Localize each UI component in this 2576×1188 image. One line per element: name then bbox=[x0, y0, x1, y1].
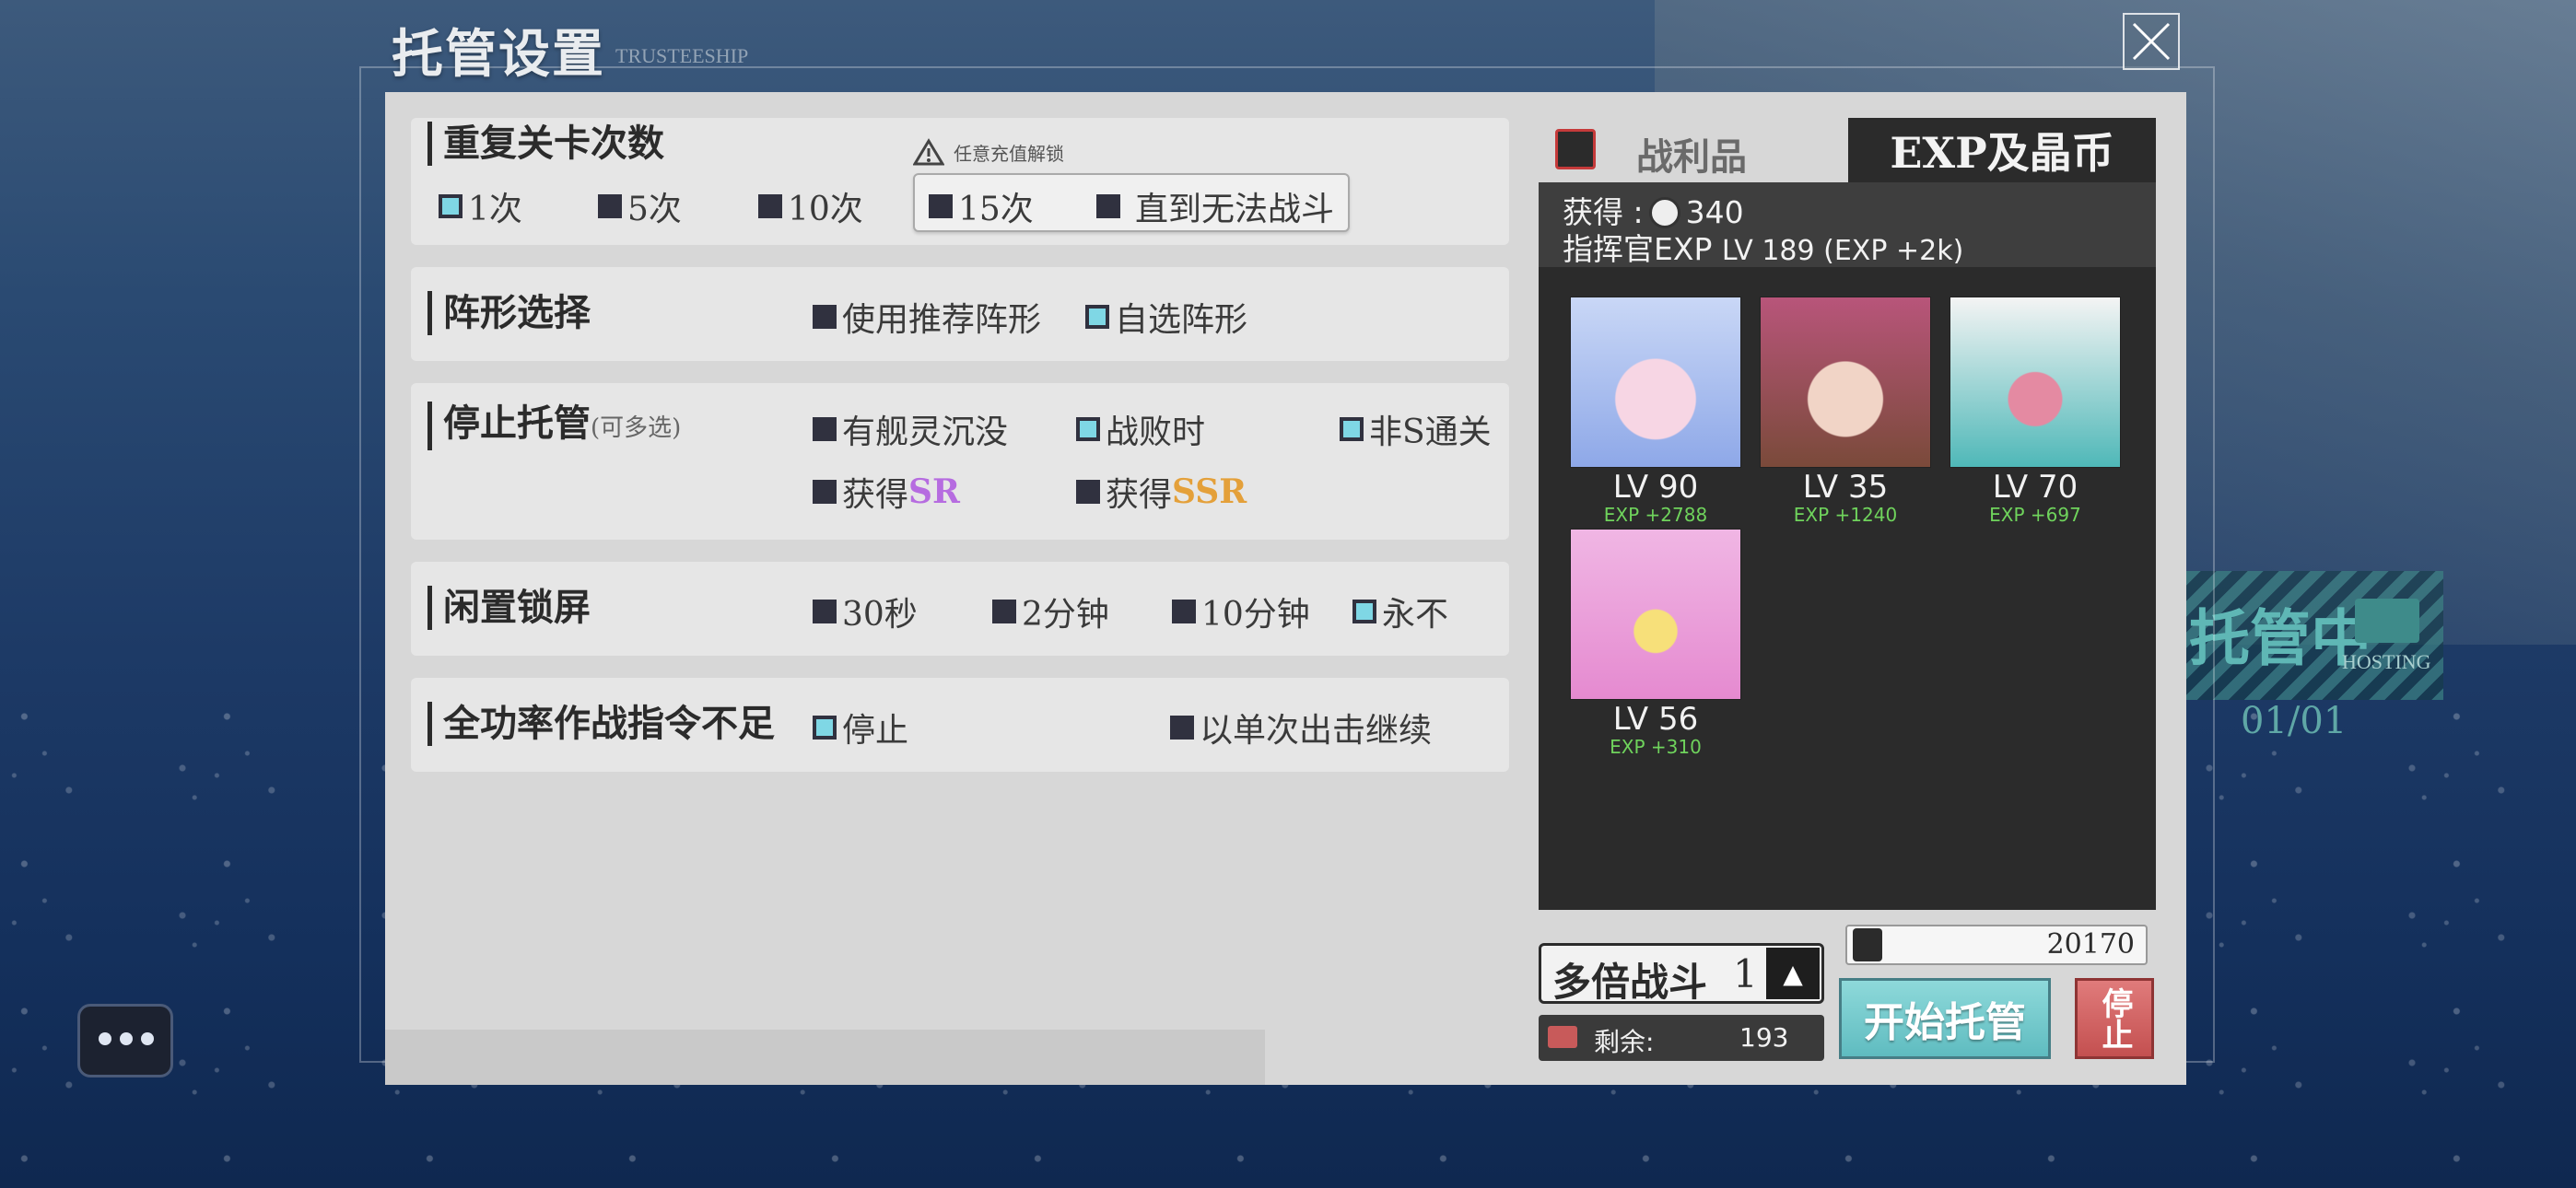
multi-battle-value: 1 bbox=[1733, 951, 1758, 996]
checkbox bbox=[758, 194, 782, 218]
checkbox bbox=[929, 194, 953, 218]
exp-panel: 获得 :340 指挥官EXP LV 189 (EXP +2k) LV 90 EX… bbox=[1539, 182, 2156, 910]
character-portrait bbox=[1950, 297, 2121, 468]
checkbox bbox=[813, 417, 837, 441]
repeat-option-until-fail[interactable]: 直到无法战斗 bbox=[1096, 182, 1334, 230]
formation-option-custom[interactable]: 自选阵形 bbox=[1085, 293, 1247, 341]
checkbox bbox=[1096, 194, 1120, 218]
close-button[interactable] bbox=[2123, 13, 2180, 70]
multi-battle-stepper: 多倍战斗 1 ▲ bbox=[1539, 943, 1824, 1005]
loot-icon bbox=[1555, 129, 1596, 169]
character-card: LV 56 EXP +310 bbox=[1570, 529, 1741, 757]
hosting-label-en: HOSTING bbox=[2342, 650, 2431, 673]
checkbox bbox=[813, 480, 837, 504]
idle-option-never[interactable]: 永不 bbox=[1352, 588, 1448, 635]
section-repeat: 重复关卡次数 任意充值解锁 1次 5次 10次 15次 直到无法战斗 bbox=[411, 118, 1509, 245]
settings-panel: 重复关卡次数 任意充值解锁 1次 5次 10次 15次 直到无法战斗 阵形选择 bbox=[385, 92, 2186, 1085]
section-stop: 停止托管(可多选) 有舰灵沉没 战败时 非S通关 获得 SR 获得 SSR bbox=[411, 383, 1509, 540]
checkbox bbox=[992, 600, 1016, 623]
fullpower-option-continue[interactable]: 以单次出击继续 bbox=[1170, 704, 1432, 751]
checkbox bbox=[439, 194, 463, 218]
checkbox bbox=[1352, 600, 1376, 623]
stop-option-sr[interactable]: 获得 SR bbox=[813, 468, 960, 516]
chat-button[interactable] bbox=[77, 1004, 173, 1077]
checkbox bbox=[1076, 480, 1100, 504]
stop-option-defeat[interactable]: 战败时 bbox=[1076, 405, 1205, 453]
close-icon bbox=[2132, 22, 2171, 61]
section-idle: 闲置锁屏 30秒 2分钟 10分钟 永不 bbox=[411, 562, 1509, 656]
stop-option-sunk[interactable]: 有舰灵沉没 bbox=[813, 405, 1008, 453]
lock-note: 任意充值解锁 bbox=[913, 138, 1064, 166]
repeat-option-1[interactable]: 1次 bbox=[439, 182, 522, 230]
page-title-en: TRUSTEESHIP bbox=[615, 44, 749, 67]
coin-balance: 20170 bbox=[1845, 925, 2148, 965]
checkbox bbox=[813, 600, 837, 623]
warning-icon bbox=[913, 138, 944, 166]
increment-button[interactable]: ▲ bbox=[1766, 948, 1820, 999]
coin-icon bbox=[1648, 197, 1680, 228]
checkbox bbox=[1076, 417, 1100, 441]
stop-button[interactable]: 停止 bbox=[2075, 978, 2154, 1059]
section-title: 闲置锁屏 bbox=[427, 586, 591, 630]
repeat-option-5[interactable]: 5次 bbox=[598, 182, 682, 230]
checkbox bbox=[1085, 305, 1109, 329]
repeat-option-15[interactable]: 15次 bbox=[929, 182, 1034, 230]
coin-icon bbox=[1853, 928, 1882, 961]
commander-exp-line: 指挥官EXP LV 189 (EXP +2k) bbox=[1563, 231, 1964, 267]
idle-option-2min[interactable]: 2分钟 bbox=[992, 588, 1109, 635]
section-fullpower: 全功率作战指令不足 停止 以单次出击继续 bbox=[411, 678, 1509, 772]
character-portrait bbox=[1570, 297, 1741, 468]
stop-option-ssr[interactable]: 获得 SSR bbox=[1076, 468, 1247, 516]
formation-option-recommended[interactable]: 使用推荐阵形 bbox=[813, 293, 1041, 341]
section-formation: 阵形选择 使用推荐阵形 自选阵形 bbox=[411, 267, 1509, 361]
lock-note-text: 任意充值解锁 bbox=[954, 142, 1064, 165]
remaining-count: 剩余: 193 bbox=[1539, 1015, 1824, 1061]
character-portrait bbox=[1760, 297, 1931, 468]
ticket-icon bbox=[1548, 1026, 1577, 1048]
repeat-option-10[interactable]: 10次 bbox=[758, 182, 863, 230]
chat-icon bbox=[99, 1032, 154, 1049]
hosting-count: 01/01 bbox=[2241, 700, 2348, 742]
section-title: 阵形选择 bbox=[427, 291, 591, 335]
page-title: 托管设置 bbox=[392, 24, 605, 85]
section-title: 停止托管(可多选) bbox=[427, 402, 681, 450]
checkbox bbox=[813, 305, 837, 329]
stop-option-non-s[interactable]: 非S通关 bbox=[1340, 405, 1492, 453]
checkbox bbox=[1170, 716, 1194, 740]
exp-summary: 获得 :340 指挥官EXP LV 189 (EXP +2k) bbox=[1539, 182, 2156, 267]
character-card: LV 90 EXP +2788 bbox=[1570, 297, 1741, 525]
checkbox bbox=[1172, 600, 1196, 623]
tab-exp[interactable]: EXP及晶币 bbox=[1848, 118, 2156, 182]
checkbox bbox=[1340, 417, 1364, 441]
character-card: LV 70 EXP +697 bbox=[1950, 297, 2121, 525]
checkbox bbox=[813, 716, 837, 740]
character-portrait bbox=[1570, 529, 1741, 700]
gear-icon bbox=[2355, 599, 2419, 643]
fullpower-option-stop[interactable]: 停止 bbox=[813, 704, 908, 751]
tab-loot[interactable]: 战利品 bbox=[1544, 118, 1848, 182]
checkbox bbox=[598, 194, 622, 218]
character-card: LV 35 EXP +1240 bbox=[1760, 297, 1931, 525]
section-title: 重复关卡次数 bbox=[427, 122, 664, 166]
section-title: 全功率作战指令不足 bbox=[427, 702, 775, 746]
idle-option-30s[interactable]: 30秒 bbox=[813, 588, 918, 635]
start-hosting-button[interactable]: 开始托管 bbox=[1839, 978, 2051, 1059]
idle-option-10min[interactable]: 10分钟 bbox=[1172, 588, 1310, 635]
